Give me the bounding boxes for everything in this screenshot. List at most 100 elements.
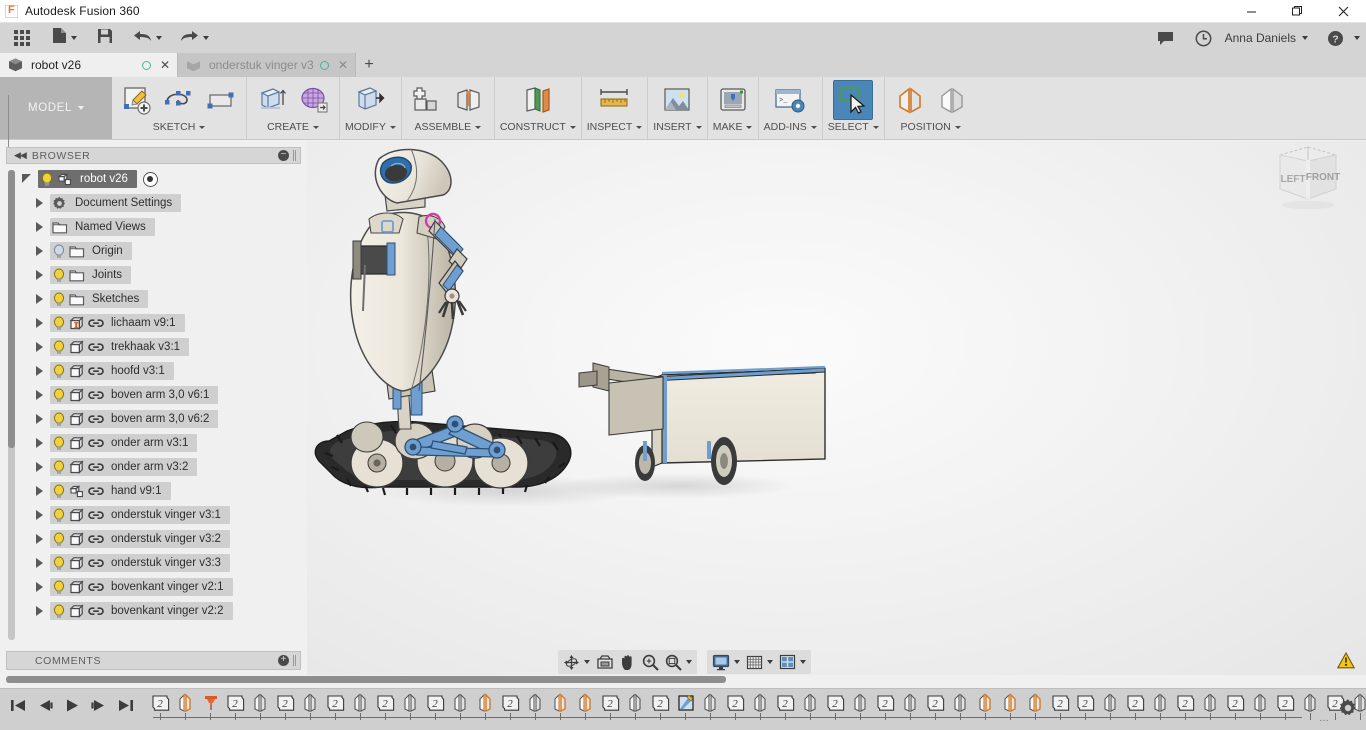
browser-tree-item[interactable]: boven arm 3,0 v6:1 [50,386,219,404]
grid-snaps-button[interactable] [743,651,766,673]
ribbon-group-label-make[interactable]: MAKE [713,121,753,133]
lightbulb-off-icon[interactable] [50,244,67,259]
lightbulb-on-icon[interactable] [50,484,67,499]
chevron-down-icon[interactable] [800,660,806,664]
drag-grip-icon[interactable] [8,95,14,147]
create-form-button[interactable] [294,80,334,120]
timeline-settings-button[interactable] [1338,698,1358,718]
ribbon-group-label-create[interactable]: CREATE [267,121,319,133]
timeline-feature[interactable] [173,691,198,715]
browser-tree-item[interactable]: boven arm 3,0 v6:2 [50,410,219,428]
lightbulb-on-icon[interactable] [38,172,55,187]
go-to-end-button[interactable] [114,693,138,717]
timeline-feature[interactable] [1148,691,1173,715]
ribbon-group-label-modify[interactable]: MODIFY [345,121,396,133]
timeline-feature[interactable] [898,691,923,715]
close-button[interactable] [1320,0,1366,23]
browser-tree-item[interactable]: Sketches [50,290,149,308]
timeline-feature[interactable]: 2 [1073,691,1098,715]
timeline-feature[interactable] [848,691,873,715]
expand-triangle-icon[interactable] [36,342,45,352]
timeline-feature[interactable] [523,691,548,715]
expand-triangle-icon[interactable] [36,486,45,496]
timeline-feature[interactable] [298,691,323,715]
browser-tree-row[interactable]: Document Settings [22,191,307,215]
browser-tree-item[interactable]: robot v26 [38,170,137,188]
help-button[interactable]: ? [1320,23,1350,53]
browser-tree-row[interactable]: trekhaak v3:1 [22,335,307,359]
expand-triangle-icon[interactable] [36,198,45,208]
timeline-feature[interactable]: 2 [723,691,748,715]
press-pull-button[interactable] [350,80,390,120]
viewports-button[interactable] [776,651,799,673]
expand-triangle-icon[interactable] [36,462,45,472]
panel-resize-grip[interactable] [293,655,294,666]
display-settings-button[interactable] [709,651,733,673]
lightbulb-on-icon[interactable] [50,364,67,379]
browser-tree-item[interactable]: Origin [50,242,132,260]
document-tab-robot[interactable]: robot v26 ✕ [0,53,178,77]
browser-tree-row[interactable]: hoofd v3:1 [22,359,307,383]
lightbulb-on-icon[interactable] [50,412,67,427]
browser-tree-row[interactable]: onderstuk vinger v3:2 [22,527,307,551]
chevron-down-icon[interactable] [686,660,692,664]
chevron-down-icon[interactable] [734,660,740,664]
browser-tree-item[interactable]: hoofd v3:1 [50,362,174,380]
3d-print-button[interactable] [713,80,753,120]
timeline-feature[interactable]: 2 [1223,691,1248,715]
close-icon[interactable]: ✕ [159,58,171,72]
timeline-feature[interactable] [198,691,223,715]
browser-tree-row[interactable]: robot v26 [22,167,307,191]
timeline-feature[interactable]: 2 [1123,691,1148,715]
timeline-feature[interactable]: 2 [923,691,948,715]
expand-triangle-icon[interactable] [36,510,45,520]
timeline-track[interactable]: 2 2 2 2 2 2 2 2 2 2 2 2 2 2 2 2 2 2 2 2 2 [148,691,1366,727]
minimize-icon[interactable]: − [278,150,289,161]
scripts-addins-button[interactable]: >_ [770,80,810,120]
ribbon-group-label-construct[interactable]: CONSTRUCT [500,121,576,133]
measure-button[interactable] [595,80,635,120]
browser-tree-item[interactable]: bovenkant vinger v2:2 [50,602,233,620]
sync-circle-icon[interactable] [142,60,151,70]
collapse-left-icon[interactable]: ◀◀ [7,150,32,161]
expand-triangle-icon[interactable] [36,606,45,616]
undo-button[interactable] [128,23,167,53]
create-sketch-button[interactable] [117,80,157,120]
timeline-feature[interactable] [573,691,598,715]
timeline-feature[interactable] [1248,691,1273,715]
browser-tree-row[interactable]: boven arm 3,0 v6:1 [22,383,307,407]
comments-button[interactable] [1151,23,1181,53]
expand-triangle-icon[interactable] [36,318,45,328]
3d-canvas[interactable]: LEFT FRONT [307,141,1366,675]
save-button[interactable] [92,23,118,53]
timeline-feature[interactable] [998,691,1023,715]
browser-tree-row[interactable]: Joints [22,263,307,287]
sync-circle-icon[interactable] [320,60,329,70]
browser-tree-item[interactable]: onderstuk vinger v3:1 [50,506,230,524]
expand-triangle-icon[interactable] [36,294,45,304]
expand-triangle-icon[interactable] [36,534,45,544]
ribbon-group-label-position[interactable]: POSITION [901,121,961,133]
timeline-feature[interactable]: 2 [1273,691,1298,715]
joint-button[interactable] [449,80,489,120]
new-component-button[interactable] [407,80,447,120]
expand-triangle-icon[interactable] [36,270,45,280]
timeline-feature[interactable]: 2 [223,691,248,715]
zoom-button[interactable] [639,651,662,673]
browser-tree-row[interactable]: Named Views [22,215,307,239]
chevron-down-icon[interactable] [1354,36,1360,40]
timeline-feature[interactable] [1198,691,1223,715]
timeline-feature[interactable]: 2 [373,691,398,715]
go-to-beginning-button[interactable] [6,693,30,717]
timeline-feature[interactable] [248,691,273,715]
position-active-button[interactable] [890,80,930,120]
play-button[interactable] [60,693,84,717]
browser-tree-item[interactable]: onder arm v3:2 [50,458,198,476]
timeline-feature[interactable] [1023,691,1048,715]
browser-tree-row[interactable]: bovenkant vinger v2:1 [22,575,307,599]
lightbulb-on-icon[interactable] [50,604,67,619]
browser-tree-item[interactable]: bovenkant vinger v2:1 [50,578,233,596]
add-comment-icon[interactable]: + [278,655,289,666]
timeline-feature[interactable]: 2 [823,691,848,715]
lightbulb-on-icon[interactable] [50,556,67,571]
